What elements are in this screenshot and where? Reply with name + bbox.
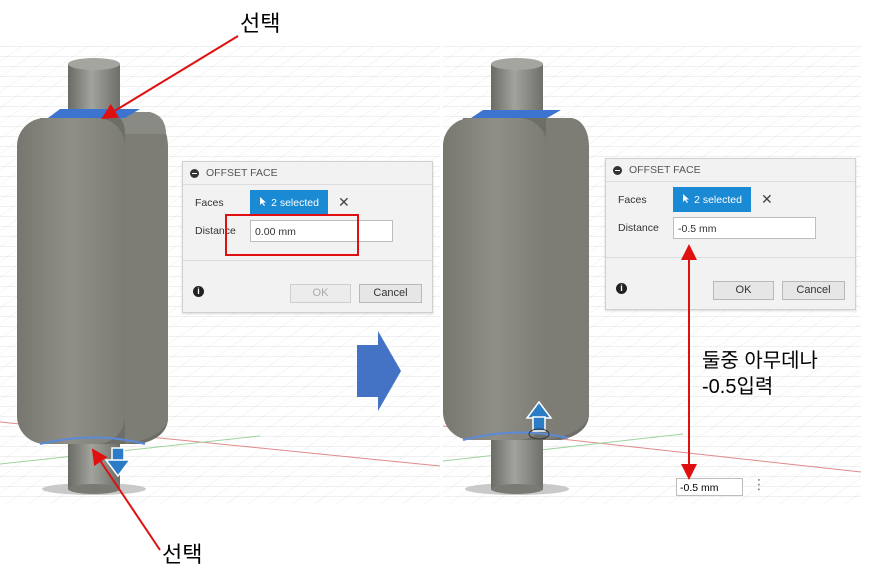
right-note-line2: -0.5입력: [702, 376, 774, 398]
bottom-annotation-label: 선택: [162, 542, 203, 567]
top-annotation-label: 선택: [240, 11, 281, 36]
right-annotation-note: 둘중 아무데나 -0.5입력: [702, 348, 818, 400]
bottom-callout-arrow: [91, 448, 161, 551]
top-callout-arrow: [101, 35, 239, 120]
transition-arrow-icon: [357, 331, 401, 411]
annotation-overlay: [91, 35, 697, 551]
distance-highlight-box: [225, 214, 359, 256]
right-note-line1: 둘중 아무데나: [702, 350, 818, 372]
